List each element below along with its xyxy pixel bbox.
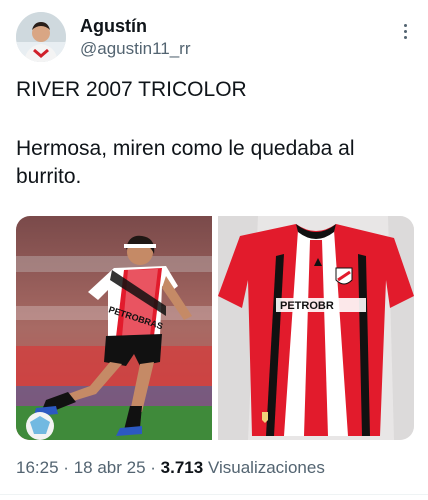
divider xyxy=(0,494,428,495)
view-count[interactable]: 3.713 xyxy=(161,458,204,477)
author-name[interactable]: Agustín xyxy=(80,16,147,37)
jersey-photo[interactable]: PETROBR xyxy=(218,216,414,440)
tweet-time[interactable]: 16:25 xyxy=(16,458,59,477)
tweet-header: Agustín @agustin11_rr xyxy=(16,12,412,66)
player-photo[interactable]: PETROBRAS xyxy=(16,216,212,440)
tweet-meta: 16:25 · 18 abr 25 · 3.713 Visualizacione… xyxy=(16,458,325,478)
meta-separator-2: · xyxy=(150,458,156,477)
more-options-icon[interactable] xyxy=(402,24,408,44)
views-label[interactable]: Visualizaciones xyxy=(208,458,325,477)
avatar-icon xyxy=(16,12,66,62)
tweet-text-line1: RIVER 2007 TRICOLOR xyxy=(16,78,247,101)
avatar[interactable] xyxy=(16,12,66,62)
tweet-text-line2: Hermosa, miren como le quedaba al burrit… xyxy=(16,137,355,188)
jersey-sponsor-text: PETROBR xyxy=(280,300,334,312)
meta-separator: · xyxy=(63,458,69,477)
tweet-date[interactable]: 18 abr 25 xyxy=(74,458,146,477)
author-handle[interactable]: @agustin11_rr xyxy=(80,39,191,59)
media-grid: PETROBRAS PETROBR xyxy=(16,216,414,440)
